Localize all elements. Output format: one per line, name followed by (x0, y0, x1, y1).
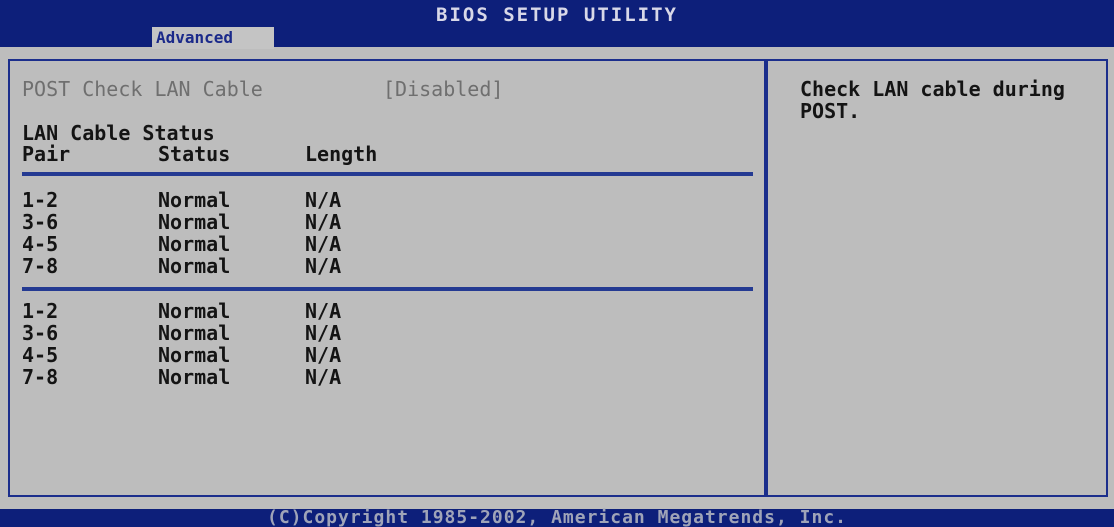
pair-cell: 1-2 (22, 188, 59, 212)
lan-cable-status-heading: LAN Cable Status (22, 121, 215, 145)
column-header-status: Status (158, 142, 231, 166)
length-cell: N/A (305, 299, 342, 323)
status-cell: Normal (158, 299, 231, 323)
tab-advanced[interactable]: Advanced (152, 27, 274, 49)
table-separator (22, 287, 753, 291)
status-cell: Normal (158, 343, 231, 367)
pair-cell: 7-8 (22, 365, 59, 389)
status-cell: Normal (158, 254, 231, 278)
status-cell: Normal (158, 232, 231, 256)
pair-cell: 4-5 (22, 343, 59, 367)
length-cell: N/A (305, 232, 342, 256)
length-cell: N/A (305, 321, 342, 345)
status-cell: Normal (158, 365, 231, 389)
copyright-text: (C)Copyright 1985-2002, American Megatre… (266, 507, 847, 527)
panel-divider (764, 59, 768, 497)
bios-screen: BIOS SETUP UTILITY Advanced POST Check L… (0, 0, 1114, 527)
length-cell: N/A (305, 188, 342, 212)
status-cell: Normal (158, 321, 231, 345)
table-separator (22, 172, 753, 176)
help-text: Check LAN cable during POST. (800, 77, 1065, 123)
pair-cell: 4-5 (22, 232, 59, 256)
status-cell: Normal (158, 188, 231, 212)
post-check-lan-cable-label[interactable]: POST Check LAN Cable (22, 78, 263, 100)
status-cell: Normal (158, 210, 231, 234)
length-cell: N/A (305, 254, 342, 278)
column-header-pair: Pair (22, 142, 71, 166)
length-cell: N/A (305, 343, 342, 367)
post-check-lan-cable-value[interactable]: [Disabled] (383, 78, 503, 100)
pair-cell: 7-8 (22, 254, 59, 278)
pair-cell: 3-6 (22, 321, 59, 345)
length-cell: N/A (305, 365, 342, 389)
length-cell: N/A (305, 210, 342, 234)
pair-cell: 3-6 (22, 210, 59, 234)
bios-title: BIOS SETUP UTILITY (436, 4, 678, 26)
pair-cell: 1-2 (22, 299, 59, 323)
column-header-length: Length (305, 142, 378, 166)
